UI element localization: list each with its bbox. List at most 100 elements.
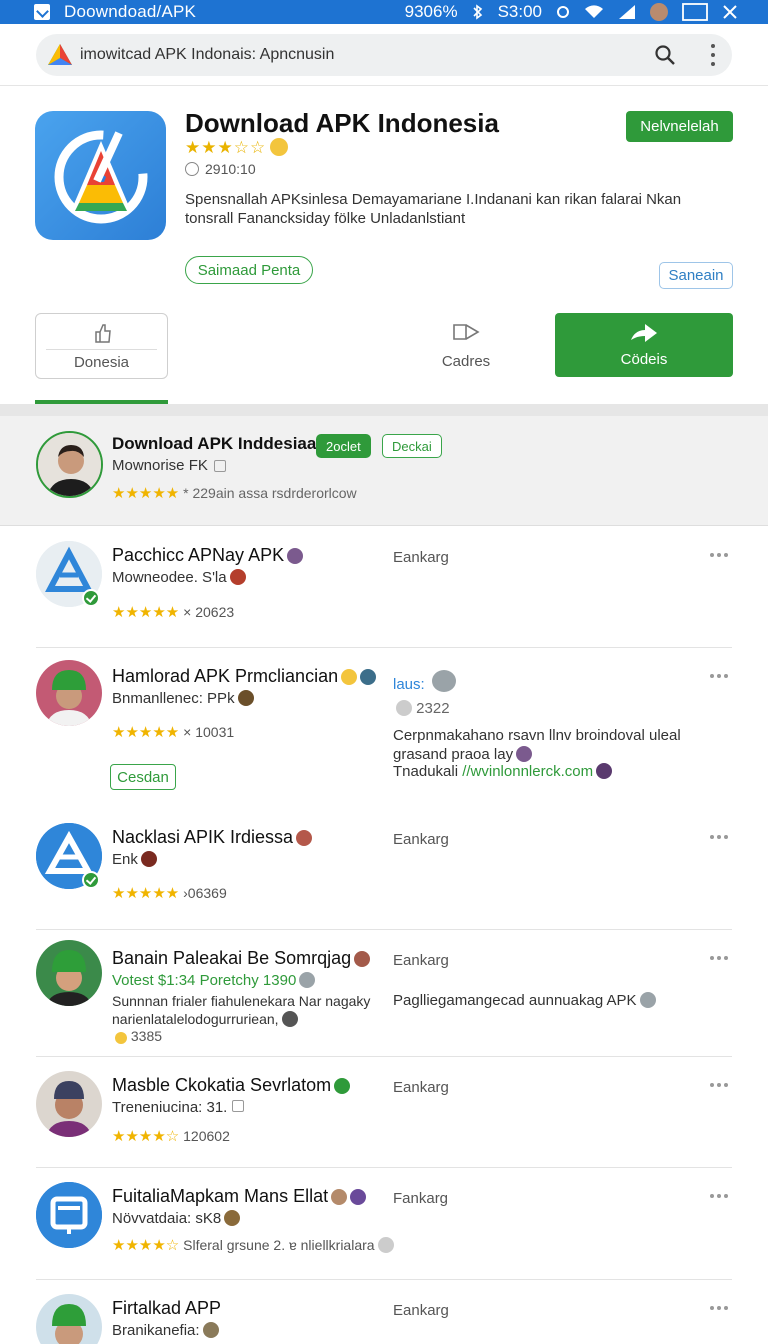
wifi-icon (585, 5, 603, 18)
app-rating: ★★★☆☆ (185, 138, 289, 158)
list-item-subtitle: Enk (112, 851, 157, 868)
list-item[interactable]: Hamlorad APK Prmcliancian Bnmanllenec: P… (0, 648, 768, 809)
verified-badge-icon (82, 871, 100, 889)
chat-icon (431, 670, 456, 692)
list-item-title: Pacchicc APNay APK (112, 545, 304, 566)
list-item-rating: ★★★★★ × 10031 (112, 724, 235, 741)
featured-chip-solid[interactable]: 2oclet (316, 434, 371, 458)
emoji-icon (202, 1322, 219, 1338)
verified-badge-icon (82, 589, 100, 607)
list-item-avatar (36, 1294, 102, 1344)
donesia-tab-button[interactable]: Donesia (35, 313, 168, 379)
more-horiz-icon[interactable] (710, 674, 728, 678)
list-item-rating: ★★★★★ ›06369 (112, 885, 227, 902)
list-item-rating: ★★★★★ × 20623 (112, 604, 235, 621)
list-item-count: 2322 (393, 700, 450, 717)
app-title: Download APK Indonesia (185, 108, 499, 138)
emoji-icon (354, 951, 371, 967)
emoji-icon (224, 1210, 241, 1226)
download-count-icon (115, 1032, 127, 1044)
emoji-icon (377, 1237, 394, 1253)
more-horiz-icon[interactable] (710, 553, 728, 557)
list-item-title: Masble Ckokatia Sevrlatom (112, 1075, 351, 1096)
app-downloads: 2910:10 (185, 161, 256, 177)
download-count-icon (185, 162, 199, 176)
list-item-avatar (36, 1071, 102, 1137)
featured-rating: ★★★★★ * 229ain assa rsdrderorlcow (112, 484, 357, 502)
close-icon[interactable] (722, 4, 738, 20)
forward-arrow-icon (631, 324, 657, 342)
list-item-status: Eankarg (393, 831, 449, 848)
search-bar[interactable] (36, 34, 732, 76)
google-play-icon (48, 44, 72, 65)
list-item-subtitle: Növvatdaia: sK8 (112, 1210, 241, 1227)
emoji-icon (350, 1189, 367, 1205)
more-vert-icon[interactable] (710, 44, 716, 66)
list-item[interactable]: Nacklasi APIK Irdiessa Enk ★★★★★ ›06369 … (0, 809, 768, 930)
list-item[interactable]: Pacchicc APNay APK Mowneodee. S'la ★★★★★… (0, 527, 768, 648)
list-item-rating: ★★★★☆ 120602 (112, 1128, 230, 1145)
codeis-button[interactable]: Cödeis (555, 313, 733, 377)
emoji-icon (229, 569, 246, 585)
list-item-avatar (36, 940, 102, 1006)
list-item[interactable]: Banain Paleakai Be Somrqjag Votest $1:34… (0, 930, 768, 1057)
list-item-subtitle: Mowneodee. S'la (112, 569, 246, 586)
status-bar-right: 9306% S3:00 (405, 0, 738, 24)
codeis-label: Cödeis (620, 351, 668, 368)
window-icon[interactable] (682, 3, 708, 21)
app-icon (35, 111, 166, 240)
donesia-label: Donesia (73, 354, 130, 371)
featured-subtitle: Mownorise FK (112, 457, 226, 474)
search-icon[interactable] (654, 44, 676, 66)
list-item-avatar (36, 660, 102, 726)
user-avatar-icon (650, 3, 668, 21)
list-item[interactable]: Firtalkad APP Branikanefia: Eankarg (0, 1280, 768, 1344)
emoji-icon (237, 690, 254, 706)
list-item-status: Eankarg (393, 549, 449, 566)
list-item-right-description: Paglliegamangecad aunnuakag APK (393, 992, 656, 1009)
list-item[interactable]: FuitaliaMapkam Mans Ellat Növvatdaia: sK… (0, 1168, 768, 1280)
status-bar: Doowndoad/​APK 9306% S3:00 (0, 0, 768, 24)
cadres-button[interactable]: Cadres (430, 313, 502, 379)
status-bar-title: Doowndoad/​APK (64, 2, 197, 21)
list-item-status: Eankarg (393, 952, 449, 969)
app-rating-stars: ★★★☆☆ (185, 138, 267, 157)
square-icon (231, 1100, 244, 1112)
website-link[interactable]: //wvinlonnlerck.com (462, 763, 593, 780)
list-item-status: Eankarg (393, 1079, 449, 1096)
emoji-icon (287, 548, 304, 564)
share-arrow-icon (453, 324, 480, 340)
more-horiz-icon[interactable] (710, 956, 728, 960)
more-horiz-icon[interactable] (710, 1306, 728, 1310)
share-pill[interactable]: Saneain (659, 262, 733, 289)
list-item-subtitle: Treneniucina: 31. (112, 1099, 244, 1116)
install-button[interactable]: Nelvnelelah (626, 111, 733, 142)
app-downloads-count: 2910:10 (205, 161, 256, 177)
more-horiz-icon[interactable] (710, 1083, 728, 1087)
list-item-subtitle: Votest $1:34 Poretchy 1390 (112, 972, 316, 989)
featured-chip-outline[interactable]: Deckai (382, 434, 442, 458)
emoji-icon (360, 669, 377, 685)
emoji-icon (331, 1189, 348, 1205)
list-item[interactable]: Masble Ckokatia Sevrlatom Treneniucina: … (0, 1057, 768, 1168)
emoji-icon (334, 1078, 351, 1094)
category-pill[interactable]: Saimaad Penta (185, 256, 313, 284)
list-item-title: Hamlorad APK Prmcliancian (112, 666, 377, 687)
more-horiz-icon[interactable] (710, 1194, 728, 1198)
list-item-description: Sunnnan frialer fiahulenekara Nar nagaky… (112, 993, 371, 1027)
featured-rating-text: * 229ain assa rsdrderorlcow (183, 485, 357, 501)
thumbs-up-icon (95, 324, 111, 343)
signal-icon (619, 5, 635, 19)
section-divider (0, 404, 768, 416)
featured-item[interactable]: Download APK Inddesiaa 2oclet Deckai Mow… (0, 416, 768, 526)
square-icon (213, 459, 226, 472)
list-item-rating: ★★★★☆ Slferal grsune 2. ɐ nliellkrialara (112, 1236, 394, 1254)
featured-stars: ★★★★★ (112, 485, 180, 502)
list-item-title: Banain Paleakai Be Somrqjag (112, 948, 371, 969)
bluetooth-icon (472, 4, 482, 20)
list-item-status: Fankarg (393, 1190, 449, 1207)
cesdan-button[interactable]: Cesdan (110, 764, 176, 790)
emoji-icon (596, 763, 613, 779)
search-input[interactable] (80, 46, 640, 64)
more-horiz-icon[interactable] (710, 835, 728, 839)
